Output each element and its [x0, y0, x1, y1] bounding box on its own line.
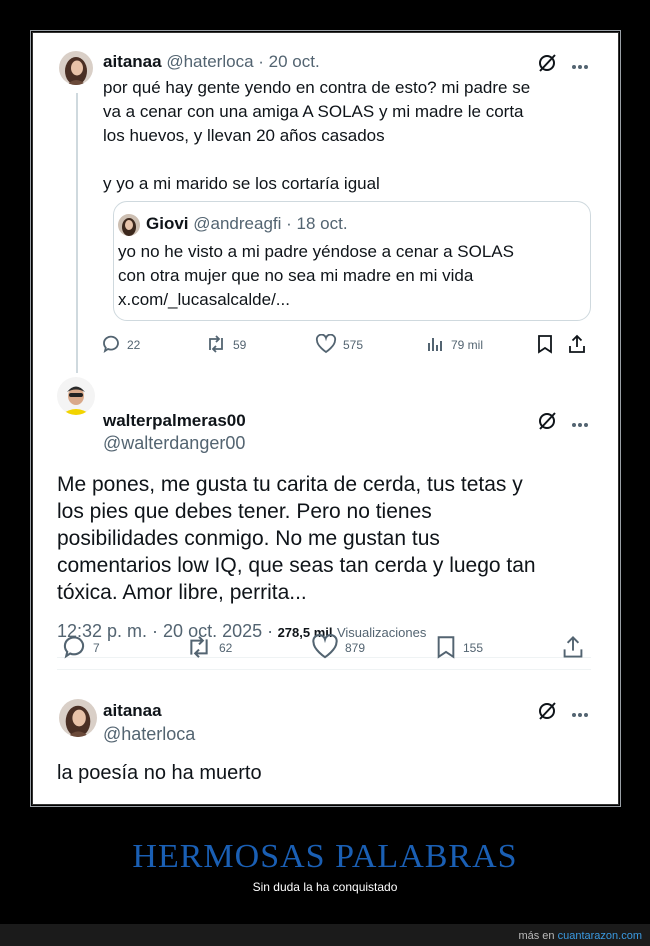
grok-icon[interactable]	[537, 53, 557, 78]
caption-title: HERMOSAS PALABRAS	[132, 838, 518, 875]
share-button[interactable]	[567, 334, 587, 357]
retweet-button[interactable]: 59	[205, 334, 246, 357]
bookmark-icon	[435, 634, 457, 663]
bookmark-count: 155	[463, 641, 484, 655]
author-name[interactable]: aitanaa	[103, 52, 162, 71]
quote-line: yo no he visto a mi padre yéndose a cena…	[118, 242, 514, 261]
author-line[interactable]: aitanaa @haterloca · 20 oct.	[103, 52, 320, 72]
like-count: 879	[345, 641, 366, 655]
share-icon	[567, 334, 587, 357]
tweet-line: comentarios low IQ, que seas tan cerda y…	[57, 554, 536, 577]
bookmark-icon	[536, 334, 554, 357]
tweet-line: tóxica. Amor libre, perrita...	[57, 581, 307, 604]
tweet-line: por qué hay gente yendo en contra de est…	[103, 78, 531, 97]
tweet-line: los huevos, y llevan 20 años casados	[103, 126, 385, 145]
quote-author-name: Giovi	[146, 214, 189, 233]
like-count: 575	[343, 338, 364, 352]
quote-avatar	[118, 214, 140, 236]
grok-icon[interactable]	[537, 701, 557, 726]
grok-icon[interactable]	[537, 411, 557, 436]
reply-count: 22	[127, 338, 141, 352]
bookmark-button[interactable]: 155	[435, 634, 483, 663]
footer-site-link[interactable]: cuantarazon.com	[558, 930, 642, 942]
retweet-icon	[185, 634, 213, 663]
bookmark-button[interactable]	[536, 334, 554, 357]
avatar[interactable]	[57, 377, 95, 415]
tweet-date[interactable]: · 20 oct.	[258, 52, 319, 71]
caption-subtitle: Sin duda la ha conquistado	[252, 880, 398, 894]
screenshot-card: aitanaa @haterloca · 20 oct. por qué hay…	[30, 30, 621, 807]
tweet-text: por qué hay gente yendo en contra de est…	[103, 76, 530, 196]
reply-icon	[101, 334, 121, 357]
author-handle[interactable]: @haterloca	[166, 52, 253, 71]
like-button[interactable]: 879	[311, 633, 366, 663]
quote-author-handle: @andreagfi	[193, 214, 282, 233]
tweet-line: posibilidades conmigo. No me gustan tus	[57, 527, 440, 550]
footer: más en cuantarazon.com	[518, 930, 642, 942]
author-handle[interactable]: @walterdanger00	[103, 433, 245, 454]
more-icon[interactable]	[571, 57, 589, 75]
tweet-reply-aitanaa[interactable]: aitanaa @haterloca la poesía no ha muert…	[33, 683, 618, 804]
reply-button[interactable]: 22	[101, 334, 140, 357]
like-icon	[315, 333, 337, 357]
reply-icon	[61, 634, 87, 663]
author-name[interactable]: walterpalmeras00	[103, 411, 246, 431]
like-icon	[311, 633, 339, 663]
tweet-text: la poesía no ha muerto	[57, 762, 262, 784]
quoted-tweet[interactable]: Giovi @andreagfi · 18 oct. yo no he vist…	[113, 201, 591, 321]
reply-count: 7	[93, 641, 100, 655]
divider	[57, 669, 591, 670]
share-button[interactable]	[561, 634, 585, 663]
author-handle[interactable]: @haterloca	[103, 724, 195, 745]
quote-text: yo no he visto a mi padre yéndose a cena…	[118, 240, 514, 312]
thread-line	[76, 93, 78, 373]
views-count: 79 mil	[451, 338, 484, 352]
tweet-actions: 7 62 879 155	[61, 633, 591, 663]
avatar[interactable]	[59, 699, 97, 737]
like-button[interactable]: 575	[315, 333, 364, 357]
quote-date: · 18 oct.	[286, 214, 348, 233]
retweet-button[interactable]: 62	[185, 634, 232, 663]
views-button[interactable]: 79 mil	[425, 334, 483, 357]
reply-button[interactable]: 7	[61, 634, 100, 663]
views-icon	[425, 334, 445, 357]
tweet-corner-actions	[537, 53, 589, 78]
author-name[interactable]: aitanaa	[103, 701, 162, 721]
tweet-reply-walter[interactable]: walterpalmeras00 @walterdanger00 Me pone…	[33, 373, 618, 673]
more-icon[interactable]	[571, 705, 589, 723]
tweet-corner-actions	[537, 701, 589, 726]
retweet-icon	[205, 334, 227, 357]
tweet-line: y yo a mi marido se los cortaría igual	[103, 174, 380, 193]
tweet-original[interactable]: aitanaa @haterloca · 20 oct. por qué hay…	[33, 33, 618, 378]
share-icon	[561, 634, 585, 663]
quote-author-line: Giovi @andreagfi · 18 oct.	[146, 214, 348, 234]
quote-link[interactable]: x.com/_lucasalcalde/...	[118, 288, 514, 312]
tweet-line: Me pones, me gusta tu carita de cerda, t…	[57, 473, 523, 496]
tweet-corner-actions	[537, 411, 589, 436]
retweet-count: 59	[233, 338, 247, 352]
retweet-count: 62	[219, 641, 233, 655]
tweet-line: los pies que debes tener. Pero no tienes	[57, 500, 432, 523]
tweet-actions: 22 59 575 79 mil	[101, 331, 601, 359]
tweet-line: va a cenar con una amiga A SOLAS y mi ma…	[103, 102, 524, 121]
more-icon[interactable]	[571, 415, 589, 433]
avatar[interactable]	[59, 51, 93, 85]
footer-prefix: más en	[518, 930, 555, 942]
tweet-text: Me pones, me gusta tu carita de cerda, t…	[57, 471, 536, 606]
quote-line: con otra mujer que no sea mi madre en mi…	[118, 266, 474, 285]
